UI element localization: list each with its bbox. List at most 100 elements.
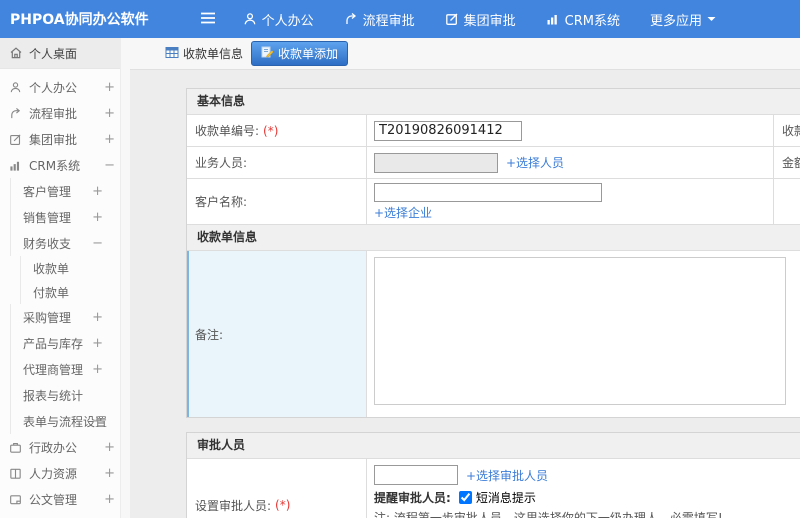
customer-label-cell: 客户名称: bbox=[187, 179, 367, 224]
approval-icon bbox=[445, 12, 459, 26]
sidebar-item-label: 人力资源 bbox=[29, 466, 78, 481]
expand-toggle[interactable]: + bbox=[92, 210, 103, 225]
sms-notify-checkbox[interactable] bbox=[458, 491, 472, 504]
remind-label: 提醒审批人员: bbox=[374, 491, 451, 505]
sidebar-item-label: 报表与统计 bbox=[23, 388, 84, 403]
select-company-link[interactable]: +选择企业 bbox=[374, 204, 432, 221]
row-approver: 设置审批人员: (*) +选择审批人员 提醒审批人员: 短消息提示 注: 流程第… bbox=[187, 459, 800, 518]
tab-receipt-add[interactable]: 收款单添加 bbox=[251, 41, 349, 66]
expand-toggle[interactable]: + bbox=[104, 492, 115, 507]
divider bbox=[0, 68, 130, 69]
salesperson-input[interactable] bbox=[374, 152, 498, 173]
user-icon bbox=[243, 12, 257, 26]
main-menu: 个人办公 流程审批 集团审批 CRM系统 更多应用 bbox=[243, 10, 716, 29]
sidebar-item-finance[interactable]: 财务收支 − bbox=[10, 230, 130, 256]
nav-item-process-approval[interactable]: 流程审批 bbox=[344, 10, 415, 29]
sidebar-item-label: 集团审批 bbox=[29, 132, 78, 147]
sidebar-item-personal-office[interactable]: 个人办公 + bbox=[0, 74, 130, 100]
expand-toggle[interactable]: + bbox=[104, 466, 115, 481]
nav-item-more-apps[interactable]: 更多应用 bbox=[650, 10, 716, 29]
nav-item-group-approval[interactable]: 集团审批 bbox=[445, 10, 516, 29]
select-approver-link[interactable]: +选择审批人员 bbox=[466, 467, 548, 484]
collapse-toggle[interactable]: − bbox=[104, 158, 115, 173]
sidebar-item-purchase-mgmt[interactable]: 采购管理 + bbox=[10, 304, 130, 330]
sidebar-item-product-inventory[interactable]: 产品与库存 + bbox=[10, 330, 130, 356]
required-marker: (*) bbox=[275, 498, 291, 512]
sidebar-item-agent-mgmt[interactable]: 代理商管理 + bbox=[10, 356, 130, 382]
expand-toggle[interactable]: + bbox=[92, 362, 103, 377]
row-remark: 备注: bbox=[187, 251, 800, 417]
select-person-link[interactable]: +选择人员 bbox=[506, 154, 564, 171]
section-title-approver: 审批人员 bbox=[187, 433, 800, 459]
sidebar-item-label: 销售管理 bbox=[23, 210, 72, 225]
sidebar-item-label: 公文管理 bbox=[29, 492, 78, 507]
field-label: 设置审批人员: bbox=[195, 498, 272, 513]
field-label: 备注: bbox=[195, 327, 224, 342]
section-title-basic: 基本信息 bbox=[187, 89, 800, 115]
collapse-toggle[interactable]: − bbox=[92, 236, 103, 251]
sidebar-item-documents[interactable]: 公文管理 + bbox=[0, 486, 130, 512]
table-icon bbox=[165, 46, 179, 62]
tab-bar: 收款单信息 收款单添加 bbox=[130, 38, 800, 70]
row-customer: 客户名称: +选择企业 bbox=[187, 179, 800, 225]
sidebar-item-label: 流程审批 bbox=[29, 106, 78, 121]
chart-icon bbox=[8, 159, 23, 172]
approver-note: 注: 流程第一步审批人员，这里选择你的下一级办理人，必需填写! bbox=[374, 511, 723, 518]
top-navbar: PHPOA协同办公软件 个人办公 流程审批 集团审批 CRM系统 更多应用 bbox=[0, 0, 800, 38]
expand-toggle[interactable]: + bbox=[92, 310, 103, 325]
sidebar-item-process-approval[interactable]: 流程审批 + bbox=[0, 100, 130, 126]
sidebar-item-crm[interactable]: CRM系统 − bbox=[0, 152, 130, 178]
expand-toggle[interactable]: + bbox=[92, 414, 103, 429]
empty-cell bbox=[774, 179, 800, 224]
receipt-no-input[interactable] bbox=[374, 120, 522, 141]
remark-label-cell: 备注: bbox=[187, 251, 367, 417]
sidebar-item-sales-mgmt[interactable]: 销售管理 + bbox=[10, 204, 130, 230]
sidebar-item-group-approval[interactable]: 集团审批 + bbox=[0, 126, 130, 152]
approver-panel: 审批人员 设置审批人员: (*) +选择审批人员 提醒审批人员: 短消息提示 注… bbox=[186, 432, 800, 518]
nav-label: CRM系统 bbox=[564, 13, 620, 29]
field-label: 收款单编号: bbox=[195, 124, 260, 138]
sidebar: 个人桌面 个人办公 + 流程审批 + 集团审批 + CRM系统 − 客户管理 +… bbox=[0, 38, 130, 518]
sidebar-item-customer-mgmt[interactable]: 客户管理 + bbox=[10, 178, 130, 204]
expand-toggle[interactable]: + bbox=[104, 80, 115, 95]
field-label: 金额: bbox=[782, 156, 800, 170]
expand-toggle[interactable]: + bbox=[104, 106, 115, 121]
expand-toggle[interactable]: + bbox=[104, 132, 115, 147]
expand-toggle[interactable]: + bbox=[92, 184, 103, 199]
expand-toggle[interactable]: + bbox=[92, 336, 103, 351]
receipt-form-panel: 基本信息 收款单编号: (*) 收款单日期: 业务人员: bbox=[186, 88, 800, 418]
receipt-date-label-cell: 收款单日期: bbox=[774, 115, 800, 146]
receipt-no-field-cell bbox=[367, 115, 774, 146]
form-add-icon bbox=[261, 46, 274, 61]
process-icon bbox=[344, 12, 358, 26]
tab-receipt-info[interactable]: 收款单信息 bbox=[165, 45, 243, 62]
sidebar-item-label: 付款单 bbox=[33, 285, 70, 300]
expand-toggle[interactable]: + bbox=[104, 440, 115, 455]
home-icon bbox=[8, 46, 23, 60]
row-receipt-no: 收款单编号: (*) 收款单日期: bbox=[187, 115, 800, 147]
nav-item-personal-office[interactable]: 个人办公 bbox=[243, 10, 314, 29]
customer-input[interactable] bbox=[374, 182, 602, 202]
approver-label-cell: 设置审批人员: (*) bbox=[187, 459, 367, 518]
menu-toggle-button[interactable] bbox=[199, 11, 221, 28]
salesperson-label-cell: 业务人员: bbox=[187, 147, 367, 178]
remark-textarea[interactable] bbox=[374, 257, 786, 405]
nav-label: 个人办公 bbox=[261, 13, 314, 29]
sidebar-item-label: 个人办公 bbox=[29, 80, 78, 95]
user-icon bbox=[8, 81, 23, 94]
sidebar-item-payment[interactable]: 付款单 bbox=[20, 280, 130, 304]
sidebar-item-label: 采购管理 bbox=[23, 310, 72, 325]
nav-item-crm[interactable]: CRM系统 bbox=[546, 10, 620, 29]
approver-input[interactable] bbox=[374, 465, 458, 485]
sidebar-item-desktop[interactable]: 个人桌面 bbox=[0, 38, 130, 68]
checkbox-label: 短消息提示 bbox=[475, 491, 536, 505]
sidebar-item-label: 个人桌面 bbox=[29, 46, 78, 61]
doc-icon bbox=[8, 493, 23, 506]
sidebar-item-hr[interactable]: 人力资源 + bbox=[0, 460, 130, 486]
form-area: 基本信息 收款单编号: (*) 收款单日期: 业务人员: bbox=[130, 70, 800, 518]
sidebar-item-receipt[interactable]: 收款单 bbox=[20, 256, 130, 280]
sidebar-item-admin-office[interactable]: 行政办公 + bbox=[0, 434, 130, 460]
sidebar-item-form-flow-settings[interactable]: 表单与流程设置 + bbox=[10, 408, 130, 434]
sidebar-item-label: 产品与库存 bbox=[23, 336, 84, 351]
sidebar-item-reports[interactable]: 报表与统计 bbox=[10, 382, 130, 408]
